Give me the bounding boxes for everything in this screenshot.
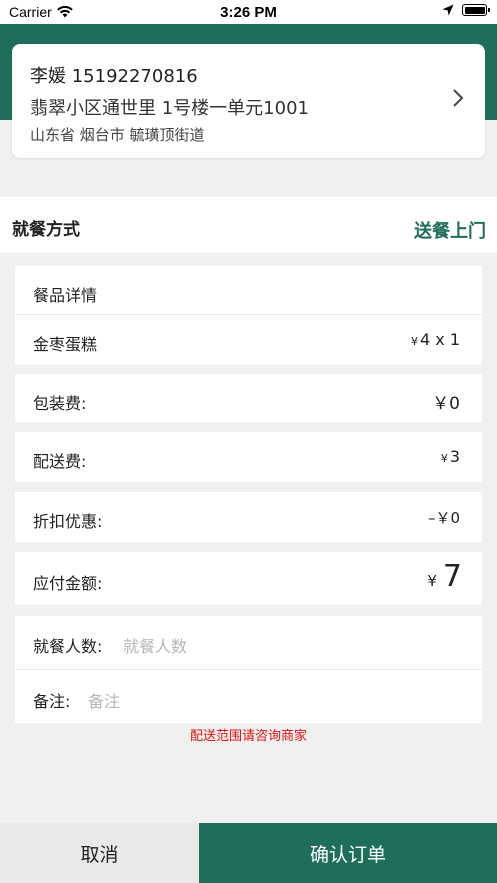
remark-row: 备注: 备注 <box>15 670 482 723</box>
discount-label: 折扣优惠: <box>33 512 103 531</box>
cancel-button[interactable]: 取消 <box>0 823 199 883</box>
bottom-action-bar: 取消 确认订单 <box>0 823 497 883</box>
status-right <box>442 4 490 16</box>
delivery-fee-label: 配送费: <box>33 452 87 471</box>
order-form-card: 就餐人数: 就餐人数 备注: 备注 <box>15 616 482 723</box>
currency-symbol: ¥ <box>427 572 437 590</box>
meal-item-row: 金枣蛋糕 ¥4 x 1 <box>15 315 482 365</box>
meal-details-card: 餐品详情 金枣蛋糕 ¥4 x 1 <box>15 266 482 365</box>
status-time: 3:26 PM <box>220 4 277 21</box>
remark-label: 备注: <box>33 692 71 711</box>
address-card[interactable]: 李媛 15192270816 翡翠小区通世里 1号楼一单元1001 山东省 烟台… <box>12 44 485 158</box>
packing-fee-row: 包装费: ￥0 <box>15 374 482 422</box>
dining-method-row[interactable]: 就餐方式 送餐上门 <box>0 197 497 253</box>
dining-method-value[interactable]: 送餐上门 <box>414 217 486 243</box>
total-label: 应付金额: <box>33 574 103 593</box>
chevron-right-icon[interactable] <box>451 88 465 108</box>
discount-card: 折扣优惠: –￥0 <box>15 492 482 542</box>
address-name-phone: 李媛 15192270816 <box>30 66 198 87</box>
delivery-fee-value: ¥3 <box>440 447 460 466</box>
address-region: 山东省 烟台市 毓璜顶街道 <box>30 126 205 144</box>
battery-icon <box>462 4 490 16</box>
delivery-fee-row: 配送费: ¥3 <box>15 432 482 482</box>
total-value: ¥7 <box>427 559 462 594</box>
packing-fee-card: 包装费: ￥0 <box>15 374 482 422</box>
diners-input[interactable]: 就餐人数 <box>123 633 187 657</box>
confirm-order-button[interactable]: 确认订单 <box>199 823 497 883</box>
remark-input[interactable]: 备注 <box>88 688 120 712</box>
delivery-range-notice: 配送范围请咨询商家 <box>189 729 307 744</box>
address-street: 翡翠小区通世里 1号楼一单元1001 <box>30 98 309 119</box>
dining-method-label: 就餐方式 <box>12 220 80 240</box>
meal-details-header: 餐品详情 <box>15 266 482 314</box>
packing-fee-value: ￥0 <box>432 394 460 414</box>
discount-row: 折扣优惠: –￥0 <box>15 492 482 542</box>
location-arrow-icon <box>442 4 454 16</box>
discount-value: –￥0 <box>427 509 460 527</box>
delivery-fee-card: 配送费: ¥3 <box>15 432 482 482</box>
meal-item-price: ¥4 x 1 <box>410 330 460 349</box>
diners-row: 就餐人数: 就餐人数 <box>15 616 482 669</box>
total-card: 应付金额: ¥7 <box>15 552 482 605</box>
diners-label: 就餐人数: <box>33 637 103 656</box>
meal-item-qty: x 1 <box>435 330 460 349</box>
total-row: 应付金额: ¥7 <box>15 552 482 605</box>
status-bar: Carrier 3:26 PM <box>0 0 497 24</box>
meal-details-title: 餐品详情 <box>33 286 98 305</box>
packing-fee-label: 包装费: <box>33 394 87 413</box>
currency-symbol: ¥ <box>440 452 448 465</box>
currency-symbol: ¥ <box>410 335 418 348</box>
meal-item-name: 金枣蛋糕 <box>33 335 98 354</box>
